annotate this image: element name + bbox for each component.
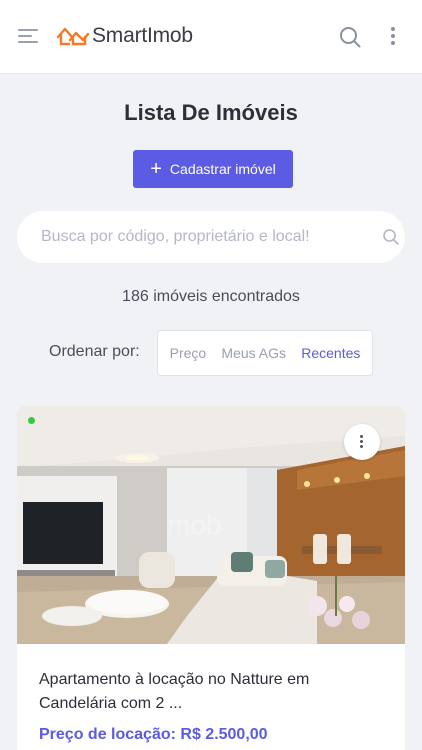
- search-field-icon[interactable]: [382, 228, 400, 246]
- kebab-menu-icon[interactable]: [383, 25, 403, 47]
- app-header: SmartImob: [0, 0, 422, 73]
- card-more-options-icon[interactable]: [344, 424, 380, 460]
- brand-name: SmartImob: [92, 24, 193, 47]
- status-active-dot: [28, 417, 35, 424]
- sort-option-recent[interactable]: Recentes: [301, 345, 360, 361]
- sort-label: Ordenar por:: [49, 343, 140, 360]
- logo-house-icon: [56, 27, 90, 46]
- svg-text:mob: mob: [167, 509, 221, 540]
- search-input[interactable]: [41, 228, 351, 246]
- sort-option-my-ags[interactable]: Meus AGs: [221, 345, 286, 361]
- search-icon[interactable]: [339, 26, 361, 48]
- property-photo[interactable]: mob: [17, 406, 405, 644]
- page-title: Lista De Imóveis: [124, 100, 298, 125]
- plus-icon: +: [150, 158, 162, 180]
- add-property-label: Cadastrar imóvel: [169, 161, 276, 177]
- search-bar: [17, 211, 405, 263]
- app-logo[interactable]: SmartImob: [56, 22, 193, 50]
- property-card[interactable]: mob Apartamento à locação no Natture em …: [17, 406, 405, 750]
- sort-option-price[interactable]: Preço: [170, 345, 207, 361]
- results-count: 186 imóveis encontrados: [122, 288, 300, 305]
- property-title[interactable]: Apartamento à locação no Natture em Cand…: [39, 668, 379, 716]
- hamburger-menu-icon[interactable]: [18, 27, 40, 45]
- add-property-button[interactable]: + Cadastrar imóvel: [133, 150, 293, 188]
- property-price: Preço de locação: R$ 2.500,00: [39, 726, 268, 743]
- sort-options: Preço Meus AGs Recentes: [157, 330, 373, 376]
